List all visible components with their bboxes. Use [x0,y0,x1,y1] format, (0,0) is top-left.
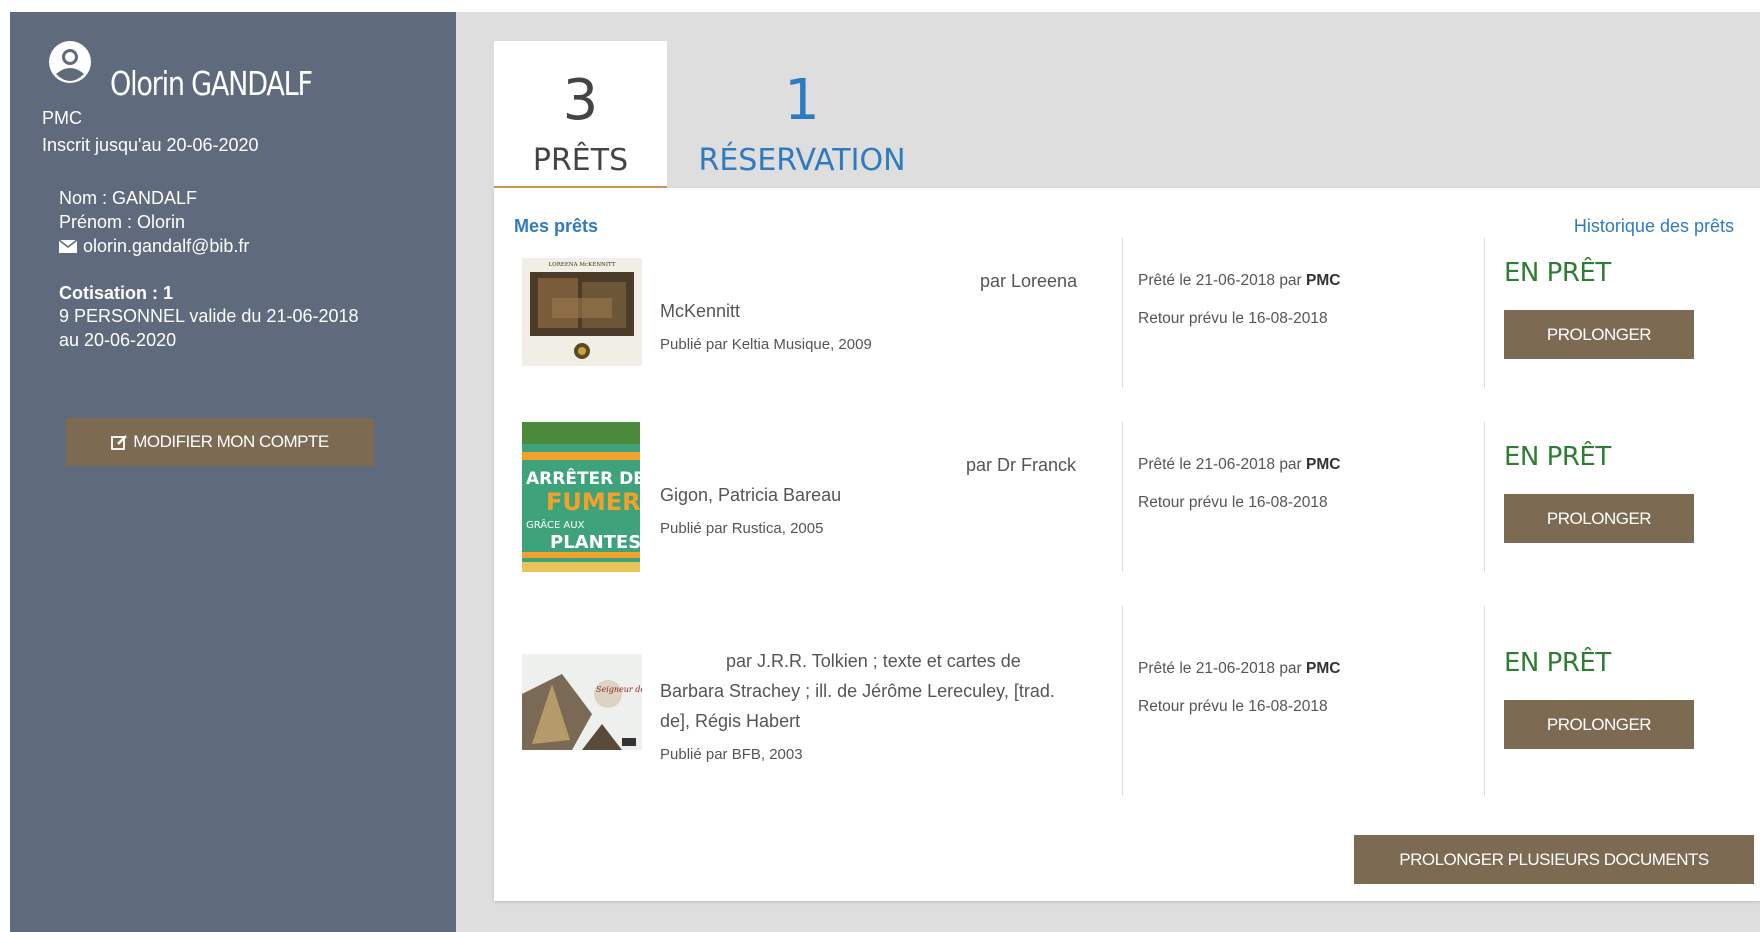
loan-dates: Prêté le 21-06-2018 par PMC Retour prévu… [1138,660,1340,736]
loan-site: PMC [1306,660,1341,677]
loans-count: 3 [562,68,599,133]
loan-status: EN PRÊT [1504,648,1611,678]
user-firstname: Prénom : Olorin [59,212,186,232]
divider [1484,238,1485,388]
prolong-button[interactable]: PROLONGER [1504,494,1694,543]
loan-date: Prêté le 21-06-2018 par [1138,272,1302,289]
user-site: PMC [42,108,82,128]
loan-status-col: EN PRÊT PROLONGER [1504,648,1694,749]
prolong-button[interactable]: PROLONGER [1504,700,1694,749]
prolong-multiple-button[interactable]: PROLONGER PLUSIEURS DOCUMENTS [1354,835,1754,884]
loan-site: PMC [1306,272,1341,289]
book-publisher: Publié par BFB, 2003 [660,746,803,763]
tab-loans[interactable]: 3 PRÊTS [494,41,667,189]
user-header: Olorin GANDALF [46,40,356,103]
cover-title: PLANTES [550,532,640,553]
modify-account-button[interactable]: MODIFIER MON COMPTE [66,418,374,466]
divider [1484,606,1485,796]
cover-caption: Seigneur des Anneaux [596,685,642,694]
cover-caption: LOREENA McKENNITT [549,262,616,268]
divider [1122,238,1123,388]
book-authors: par Loreena McKennitt [660,271,1078,321]
book-cover[interactable]: LOREENA McKENNITT [522,258,642,366]
loans-panel: Mes prêts Historique des prêts LOREENA M… [494,188,1760,901]
modify-account-label: MODIFIER MON COMPTE [133,432,329,451]
loan-row: Seigneur des Anneaux par J.R.R. Tolkien … [494,606,1760,796]
book-cover[interactable]: ARRÊTER DE FUMER GRÂCE AUX PLANTES [522,422,640,572]
return-date: Retour prévu le 16-08-2018 [1138,494,1328,511]
loan-status: EN PRÊT [1504,258,1611,288]
book-authors: par Dr Franck Gigon, Patricia Bareau [660,455,1077,505]
book-authors: par J.R.R. Tolkien ; texte et cartes de … [660,651,1055,731]
cover-title: FUMER [546,488,640,516]
user-email-row: olorin.gandalf@bib.fr [59,236,249,257]
loan-row: ARRÊTER DE FUMER GRÂCE AUX PLANTES par D… [494,422,1760,572]
main-area: 3 PRÊTS 1 RÉSERVATION Mes prêts Historiq… [456,12,1760,932]
book-publisher: Publié par Rustica, 2005 [660,520,824,537]
loan-status-col: EN PRÊT PROLONGER [1504,442,1694,543]
prolong-button[interactable]: PROLONGER [1504,310,1694,359]
loan-dates: Prêté le 21-06-2018 par PMC Retour prévu… [1138,272,1340,348]
cover-title: ARRÊTER DE [526,467,640,489]
book-publisher: Publié par Keltia Musique, 2009 [660,336,872,353]
cotisation-detail-end: au 20-06-2020 [59,330,177,350]
book-cover[interactable]: Seigneur des Anneaux [522,654,642,750]
registration-validity: Inscrit jusqu'au 20-06-2020 [42,135,259,155]
loan-dates: Prêté le 21-06-2018 par PMC Retour prévu… [1138,456,1340,532]
reservations-count: 1 [784,68,820,133]
book-info: par Loreena McKennitt Publié par Keltia … [660,266,1088,353]
return-date: Retour prévu le 16-08-2018 [1138,698,1328,715]
book-info: par Dr Franck Gigon, Patricia Bareau Pub… [660,450,1088,537]
tab-reservations[interactable]: 1 RÉSERVATION [692,41,912,189]
divider [1122,422,1123,572]
loan-date: Prêté le 21-06-2018 par [1138,456,1302,473]
envelope-icon [59,240,77,253]
cotisation-title: Cotisation : 1 [59,283,174,303]
user-lastname: Nom : GANDALF [59,188,198,208]
book-info: par J.R.R. Tolkien ; texte et cartes de … [660,646,1088,763]
user-circle-icon [49,41,91,83]
user-email: olorin.gandalf@bib.fr [83,236,250,256]
loan-row: LOREENA McKENNITT par Loreena McKennitt … [494,238,1760,388]
loan-status: EN PRÊT [1504,442,1611,472]
cover-title: GRÂCE AUX [526,518,585,531]
reservations-tab-label: RÉSERVATION [698,143,906,178]
account-sidebar: Olorin GANDALF PMC Inscrit jusqu'au 20-0… [10,12,456,932]
loan-site: PMC [1306,456,1341,473]
edit-icon [111,434,128,450]
loan-date: Prêté le 21-06-2018 par [1138,660,1302,677]
divider [1484,422,1485,572]
cotisation-detail: 9 PERSONNEL valide du 21-06-2018 [59,306,359,326]
user-name: Olorin GANDALF [110,64,313,103]
loan-status-col: EN PRÊT PROLONGER [1504,258,1694,359]
divider [1122,606,1123,796]
return-date: Retour prévu le 16-08-2018 [1138,310,1328,327]
panel-title: Mes prêts [514,216,599,236]
loan-history-link[interactable]: Historique des prêts [1574,216,1734,237]
loans-tab-label: PRÊTS [532,143,629,178]
